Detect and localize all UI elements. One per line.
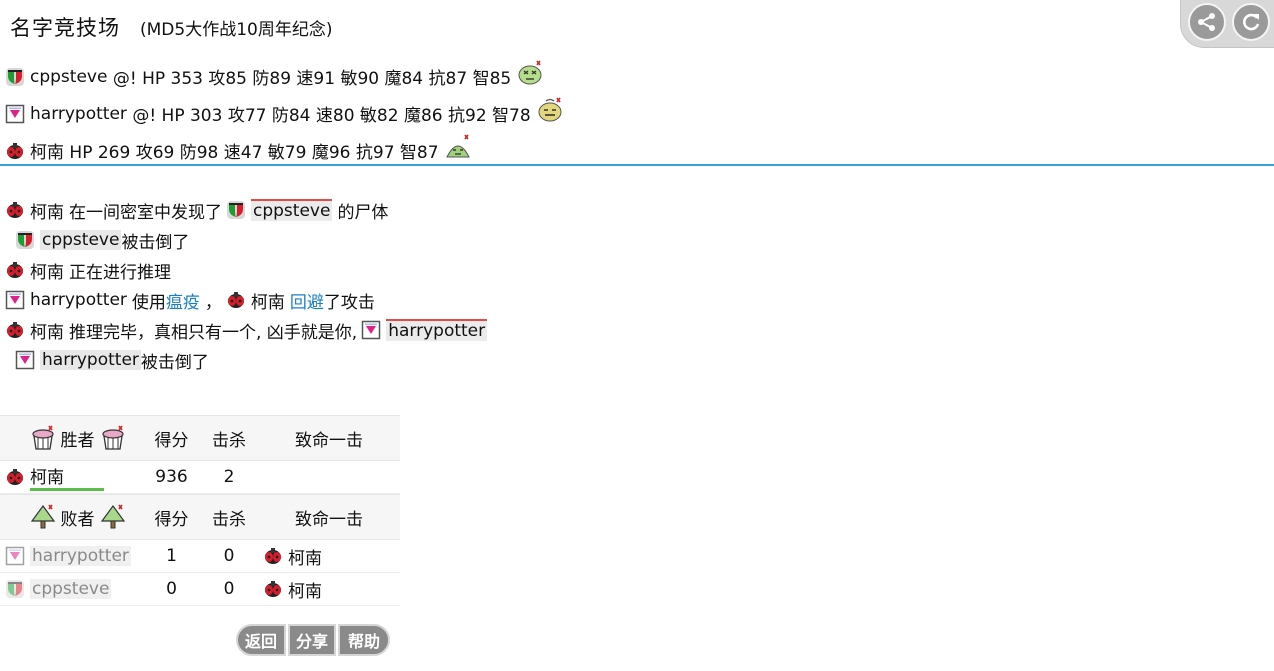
- pink-card-avatar-icon: [5, 290, 25, 310]
- share-text-button[interactable]: 分享: [288, 624, 336, 656]
- ladybug-avatar-icon: [5, 320, 25, 340]
- winner-score: 936: [155, 467, 188, 487]
- loser-name[interactable]: cppsteve: [30, 579, 112, 599]
- ladybug-avatar-icon: [226, 290, 246, 310]
- losers-header: 败者 得分 击杀 致命一击: [0, 494, 400, 540]
- pink-card-avatar-icon: [5, 546, 25, 566]
- pink-card-avatar-icon: [361, 320, 381, 340]
- log-line: cppsteve 被击倒了: [5, 225, 487, 255]
- skill-link[interactable]: 瘟疫: [166, 288, 200, 313]
- log-line: 柯南 在一间密室中发现了 cppsteve 的尸体: [5, 195, 487, 225]
- log-line: harrypotter 使用 瘟疫 ， 柯南 回避 了攻击: [5, 285, 487, 315]
- corner-button-group: [1180, 0, 1274, 48]
- score-header: 得分: [154, 430, 189, 451]
- page-title: 名字竞技场: [10, 16, 120, 40]
- log-text: 使用: [131, 292, 166, 313]
- player-name[interactable]: harrypotter: [30, 104, 127, 124]
- green-red-avatar-icon: [15, 230, 35, 250]
- log-actor[interactable]: 柯南: [30, 318, 64, 343]
- back-button[interactable]: 返回: [236, 624, 286, 656]
- results-table: 胜者 得分 击杀 致命一击 柯南 936 2 败者 得分 击杀 致命一击 har…: [0, 415, 400, 606]
- player-stats: @! HP 353 攻85 防89 速91 敏90 魔84 抗87 智85: [112, 69, 512, 89]
- fatal-blow-player[interactable]: 柯南: [288, 577, 322, 602]
- dead-face-icon: [517, 59, 545, 87]
- share-button[interactable]: [1188, 3, 1226, 41]
- log-text: 推理完毕，真相只有一个, 凶手就是你,: [69, 322, 358, 343]
- green-red-avatar-icon: [226, 200, 246, 220]
- log-text: 正在进行推理: [69, 262, 171, 283]
- ladybug-avatar-icon: [5, 260, 25, 280]
- loser-name[interactable]: harrypotter: [30, 546, 131, 566]
- green-red-avatar-icon: [5, 579, 25, 599]
- winners-label: 胜者: [60, 430, 95, 451]
- kills-header: 击杀: [212, 509, 246, 530]
- reload-icon: [1243, 13, 1260, 31]
- winner-row: 柯南 936 2: [0, 461, 400, 494]
- log-text: 在一间密室中发现了: [69, 202, 222, 223]
- losers-label: 败者: [60, 509, 95, 530]
- green-face-icon: [445, 133, 473, 161]
- log-target[interactable]: harrypotter: [386, 319, 488, 341]
- player-stats: @! HP 303 攻77 防84 速80 敏82 魔86 抗92 智78: [132, 106, 531, 126]
- loser-score: 0: [166, 579, 177, 599]
- skill-link[interactable]: 回避: [290, 288, 324, 313]
- help-button[interactable]: 帮助: [338, 624, 390, 656]
- score-header: 得分: [154, 509, 189, 530]
- share-icon: [1198, 13, 1215, 31]
- log-actor[interactable]: 柯南: [30, 198, 64, 223]
- log-actor[interactable]: 柯南: [30, 258, 64, 283]
- page-header: 名字竞技场 (MD5大作战10周年纪念): [10, 12, 332, 42]
- player-name[interactable]: cppsteve: [30, 67, 107, 87]
- tree-icon: [29, 503, 57, 531]
- reload-button[interactable]: [1232, 3, 1270, 41]
- log-line: harrypotter 被击倒了: [5, 345, 487, 375]
- cake-icon: [99, 424, 127, 452]
- log-line: 柯南 推理完毕，真相只有一个, 凶手就是你, harrypotter: [5, 315, 488, 345]
- pink-card-avatar-icon: [5, 104, 25, 124]
- ladybug-avatar-icon: [263, 546, 283, 566]
- log-actor[interactable]: harrypotter: [30, 290, 127, 310]
- fatal-header: 致命一击: [295, 509, 363, 530]
- log-text: ，: [204, 292, 222, 313]
- separator-line: [0, 164, 1274, 166]
- ladybug-avatar-icon: [263, 579, 283, 599]
- loser-row: harrypotter 1 0 柯南: [0, 540, 400, 573]
- sweat-face-icon: [537, 96, 565, 124]
- winner-kills: 2: [223, 467, 235, 487]
- kills-header: 击杀: [212, 430, 246, 451]
- battle-log: 柯南 在一间密室中发现了 cppsteve 的尸体 cppsteve 被击倒了 …: [5, 195, 488, 375]
- ladybug-avatar-icon: [5, 467, 25, 487]
- ladybug-avatar-icon: [5, 141, 25, 161]
- player-stats: HP 269 攻69 防98 速47 敏79 魔96 抗97 智87: [69, 143, 439, 163]
- cake-icon: [29, 424, 57, 452]
- log-text: 了攻击: [323, 292, 375, 313]
- bottom-button-group: 返回 分享 帮助: [236, 624, 392, 656]
- log-text: 的尸体: [337, 202, 389, 223]
- player-list: cppsteve @! HP 353 攻85 防89 速91 敏90 魔84 抗…: [5, 58, 565, 169]
- log-target[interactable]: 柯南: [251, 288, 285, 313]
- log-target[interactable]: cppsteve: [251, 199, 333, 221]
- player-name[interactable]: 柯南: [30, 138, 64, 163]
- log-actor[interactable]: cppsteve: [40, 230, 122, 250]
- player-row: harrypotter @! HP 303 攻77 防84 速80 敏82 魔8…: [5, 95, 565, 132]
- pink-card-avatar-icon: [15, 350, 35, 370]
- player-row: cppsteve @! HP 353 攻85 防89 速91 敏90 魔84 抗…: [5, 58, 565, 95]
- winners-header: 胜者 得分 击杀 致命一击: [0, 415, 400, 461]
- green-red-avatar-icon: [5, 67, 25, 87]
- log-text: 被击倒了: [140, 352, 209, 373]
- fatal-header: 致命一击: [295, 430, 363, 451]
- log-line: 柯南 正在进行推理: [5, 255, 487, 285]
- ladybug-avatar-icon: [5, 200, 25, 220]
- log-text: 被击倒了: [121, 232, 190, 253]
- loser-row: cppsteve 0 0 柯南: [0, 573, 400, 606]
- winner-name[interactable]: 柯南: [30, 463, 104, 491]
- loser-kills: 0: [223, 579, 235, 599]
- tree-icon: [99, 503, 127, 531]
- fatal-blow-player[interactable]: 柯南: [288, 544, 322, 569]
- loser-score: 1: [166, 546, 177, 566]
- loser-kills: 0: [223, 546, 235, 566]
- log-actor[interactable]: harrypotter: [40, 350, 141, 370]
- page-subtitle: (MD5大作战10周年纪念): [140, 20, 333, 40]
